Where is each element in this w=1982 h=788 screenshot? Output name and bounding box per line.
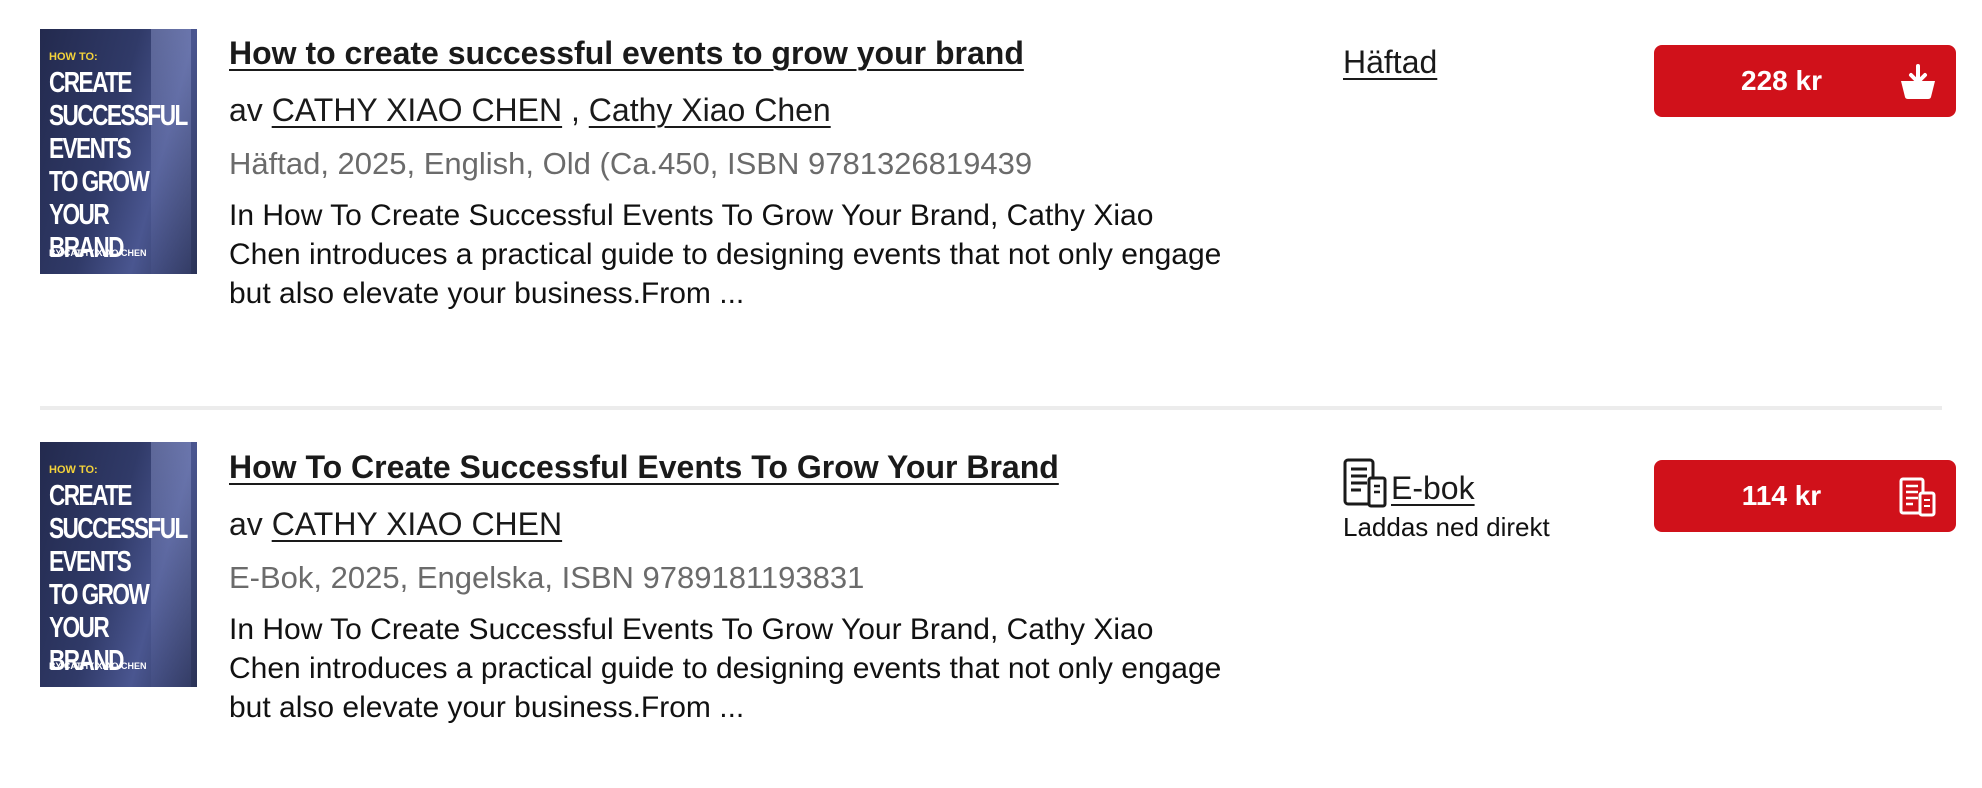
book-cover-image[interactable]: HOW TO: CREATE SUCCESSFUL EVENTS TO GROW… bbox=[40, 442, 197, 687]
author-link[interactable]: CATHY XIAO CHEN bbox=[272, 92, 562, 128]
author-link[interactable]: CATHY XIAO CHEN bbox=[272, 506, 562, 542]
product-info: How To Create Successful Events To Grow … bbox=[229, 444, 1229, 727]
product-title-link[interactable]: How to create successful events to grow … bbox=[229, 30, 1024, 76]
cover-title-text: CREATE SUCCESSFUL EVENTS TO GROW YOUR BR… bbox=[49, 67, 188, 264]
author-separator: , bbox=[562, 92, 589, 128]
product-description: In How To Create Successful Events To Gr… bbox=[229, 199, 1222, 310]
cover-author-text: BY CATHY XIAO CHEN bbox=[49, 248, 147, 258]
format-row: E-bok bbox=[1343, 458, 1550, 508]
ebook-icon bbox=[1899, 477, 1936, 517]
download-note: Laddas ned direkt bbox=[1343, 512, 1550, 542]
author-line: av CATHY XIAO CHEN , Cathy Xiao Chen bbox=[229, 88, 1229, 132]
book-cover-image[interactable]: HOW TO: CREATE SUCCESSFUL EVENTS TO GROW… bbox=[40, 29, 197, 274]
product-info: How to create successful events to grow … bbox=[229, 30, 1229, 313]
buy-ebook-button[interactable]: 114 kr bbox=[1654, 460, 1956, 532]
format-link[interactable]: E-bok bbox=[1391, 468, 1475, 508]
author-prefix: av bbox=[229, 506, 263, 542]
basket-icon bbox=[1901, 64, 1935, 99]
product-item: HOW TO: CREATE SUCCESSFUL EVENTS TO GROW… bbox=[40, 0, 1956, 406]
cover-title-text: CREATE SUCCESSFUL EVENTS TO GROW YOUR BR… bbox=[49, 480, 188, 677]
product-meta: E-Bok, 2025, Engelska, ISBN 978918119383… bbox=[229, 560, 865, 595]
product-format: Häftad bbox=[1343, 42, 1437, 82]
author-link[interactable]: Cathy Xiao Chen bbox=[589, 92, 831, 128]
product-meta: Häftad, 2025, English, Old (Ca.450, ISBN… bbox=[229, 146, 1033, 181]
price-label: 228 kr bbox=[1741, 65, 1822, 96]
ebook-icon bbox=[1343, 458, 1387, 508]
cover-howto-text: HOW TO: bbox=[49, 464, 98, 476]
author-line: av CATHY XIAO CHEN bbox=[229, 502, 1229, 546]
price-label: 114 kr bbox=[1741, 480, 1822, 511]
product-description: In How To Create Successful Events To Gr… bbox=[229, 613, 1222, 724]
cover-author-text: BY CATHY XIAO CHEN bbox=[49, 661, 147, 671]
product-title-link[interactable]: How To Create Successful Events To Grow … bbox=[229, 444, 1059, 490]
add-to-cart-button[interactable]: 228 kr bbox=[1654, 45, 1956, 117]
product-item: HOW TO: CREATE SUCCESSFUL EVENTS TO GROW… bbox=[40, 406, 1956, 788]
author-prefix: av bbox=[229, 92, 263, 128]
search-results-list: HOW TO: CREATE SUCCESSFUL EVENTS TO GROW… bbox=[40, 0, 1956, 788]
cover-howto-text: HOW TO: bbox=[49, 51, 98, 63]
product-format: E-bok Laddas ned direkt bbox=[1343, 458, 1550, 543]
format-link[interactable]: Häftad bbox=[1343, 44, 1437, 80]
